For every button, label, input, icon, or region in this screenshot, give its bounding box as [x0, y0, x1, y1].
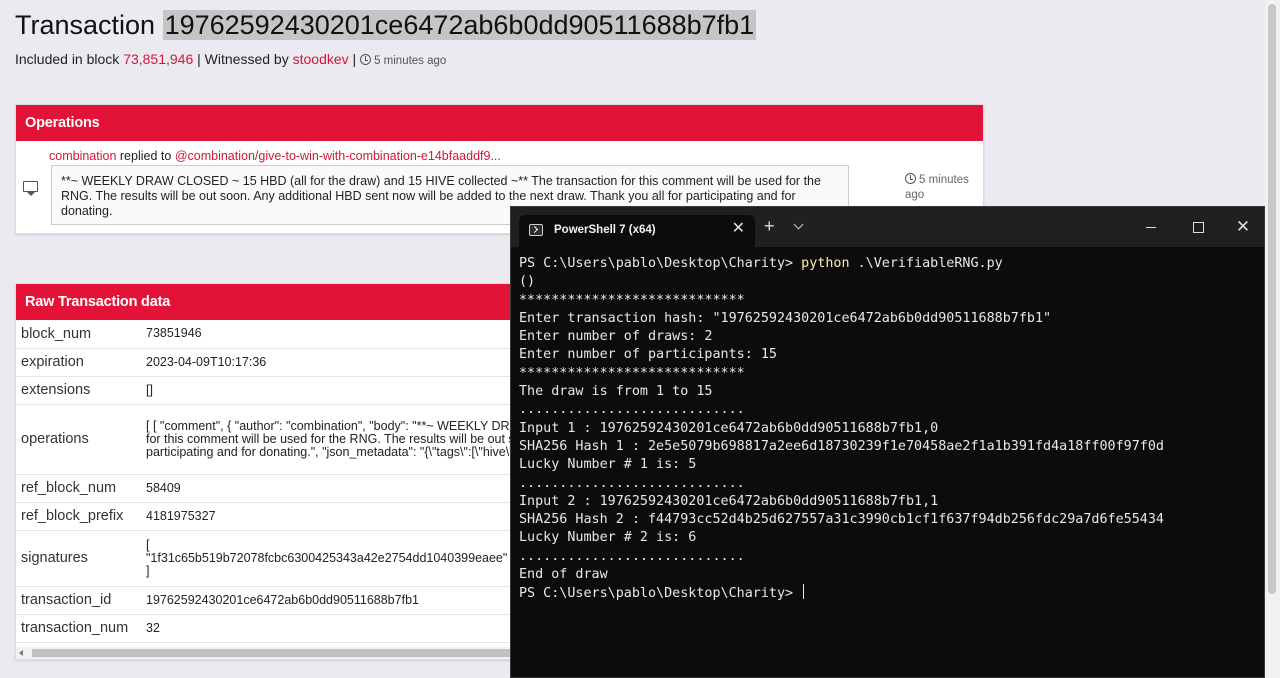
close-window-button[interactable]: ✕	[1233, 217, 1253, 237]
minimize-button[interactable]	[1141, 217, 1161, 237]
clock-icon	[360, 54, 372, 65]
scroll-left-arrow-icon[interactable]	[19, 650, 23, 656]
row-key: transaction_num	[16, 614, 140, 643]
maximize-button[interactable]	[1188, 217, 1208, 237]
output-line: Enter number of draws: 2	[519, 329, 713, 345]
terminal-window[interactable]: PowerShell 7 (x64) ✕ + ✕ PS C:\Users\pab…	[510, 206, 1265, 678]
page-scrollbar[interactable]	[1265, 0, 1280, 678]
row-key: ref_block_num	[16, 474, 140, 503]
block-number-link[interactable]: 73,851,946	[123, 51, 193, 67]
prompt: PS C:\Users\pablo\Desktop\Charity>	[519, 586, 802, 602]
author-link[interactable]: combination	[49, 149, 116, 163]
output-line: Lucky Number # 2 is: 6	[519, 530, 697, 546]
output-line: SHA256 Hash 2 : f44793cc52d4b25d627557a3…	[519, 512, 1164, 528]
page-title: Transaction 19762592430201ce6472ab6b0dd9…	[15, 10, 757, 41]
comment-icon	[23, 181, 38, 196]
row-value: [ "1f31c65b519b72078fcbc6300425343a42e27…	[146, 537, 508, 578]
row-key: extensions	[16, 376, 140, 405]
row-key: signatures	[16, 530, 140, 587]
command-line: PS C:\Users\pablo\Desktop\Charity> pytho…	[519, 255, 1256, 273]
close-tab-icon[interactable]: ✕	[732, 220, 745, 238]
output-line: Enter transaction hash: "19762592430201c…	[519, 310, 1052, 326]
command-args: .\VerifiableRNG.py	[849, 256, 1003, 271]
witness-link[interactable]: stoodkev	[293, 51, 349, 67]
operations-heading: Operations	[16, 105, 983, 141]
output-line: ............................	[519, 402, 745, 418]
output-line: The draw is from 1 to 15	[519, 384, 713, 400]
output-line: Enter number of participants: 15	[519, 347, 777, 363]
output-line: SHA256 Hash 1 : 2e5e5079b698817a2ee6d187…	[519, 438, 1164, 454]
output-line: ............................	[519, 475, 745, 491]
page-scrollbar-thumb[interactable]	[1268, 4, 1276, 594]
transaction-hash[interactable]: 19762592430201ce6472ab6b0dd90511688b7fb1	[162, 10, 757, 40]
row-key: expiration	[16, 348, 140, 377]
row-key: operations	[16, 404, 140, 475]
page-title-label: Transaction	[15, 10, 156, 40]
chevron-down-icon[interactable]	[793, 219, 804, 230]
output-line: ............................	[519, 548, 745, 564]
text-cursor	[803, 584, 805, 600]
powershell-icon	[529, 224, 543, 236]
time-ago: 5 minutes ago	[374, 55, 447, 67]
parent-post-link[interactable]: @combination/give-to-win-with-combinatio…	[175, 149, 501, 163]
output-line: Lucky Number # 1 is: 5	[519, 457, 697, 473]
row-key: block_num	[16, 320, 140, 349]
terminal-output[interactable]: PS C:\Users\pablo\Desktop\Charity> pytho…	[519, 255, 1256, 677]
row-key: ref_block_prefix	[16, 502, 140, 531]
operation-action: replied to	[119, 149, 172, 163]
transaction-meta: Included in block 73,851,946 | Witnessed…	[15, 51, 446, 67]
included-in-block-label: Included in block	[15, 51, 120, 67]
output-line: Input 1 : 19762592430201ce6472ab6b0dd905…	[519, 420, 939, 436]
output-line: ()	[519, 274, 536, 290]
output-line: ****************************	[519, 365, 745, 381]
final-prompt-line[interactable]: PS C:\Users\pablo\Desktop\Charity>	[519, 584, 1256, 603]
clock-icon	[905, 173, 916, 184]
operation-summary: combination replied to @combination/give…	[49, 149, 501, 163]
operation-time: 5 minutes ago	[905, 173, 980, 203]
new-tab-button[interactable]: +	[764, 216, 775, 236]
output-line: Input 2 : 19762592430201ce6472ab6b0dd905…	[519, 493, 939, 509]
output-line: End of draw	[519, 567, 608, 583]
meta-separator: |	[352, 51, 357, 67]
command: python	[801, 256, 850, 271]
scrollbar-thumb[interactable]	[32, 649, 512, 657]
witnessed-by-label: | Witnessed by	[197, 51, 289, 67]
terminal-titlebar[interactable]: PowerShell 7 (x64) ✕ + ✕	[511, 207, 1264, 247]
terminal-tab[interactable]: PowerShell 7 (x64) ✕	[519, 215, 755, 247]
prompt: PS C:\Users\pablo\Desktop\Charity>	[519, 256, 802, 271]
output-line: ****************************	[519, 292, 745, 308]
row-key: transaction_id	[16, 586, 140, 615]
terminal-tab-title: PowerShell 7 (x64)	[554, 224, 656, 236]
